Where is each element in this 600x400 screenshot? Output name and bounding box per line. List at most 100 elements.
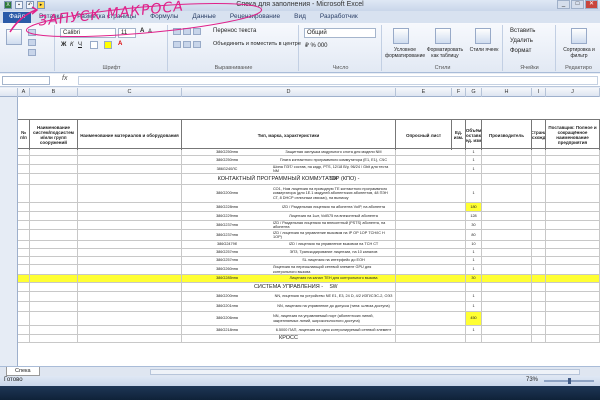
cell[interactable] — [482, 326, 532, 334]
cell[interactable] — [18, 203, 30, 211]
sort-filter-icon[interactable] — [571, 28, 587, 44]
align-right-icon[interactable] — [193, 41, 201, 48]
cell[interactable] — [452, 265, 466, 274]
quantity-cell[interactable]: 1 — [466, 326, 482, 334]
cell[interactable] — [532, 203, 546, 211]
cell[interactable] — [482, 312, 532, 325]
cell[interactable] — [546, 275, 600, 282]
copy-icon[interactable] — [28, 39, 36, 46]
cell[interactable] — [452, 156, 466, 164]
table-row[interactable]: 386G206ння NN, лицензия на управляемый по… — [18, 312, 600, 326]
cell[interactable] — [546, 326, 600, 334]
cell[interactable] — [30, 302, 78, 311]
quantity-cell[interactable] — [466, 283, 482, 291]
cell[interactable] — [532, 150, 546, 155]
table-row[interactable]: 386G250ння Плата контактного программного… — [18, 156, 600, 165]
align-left-icon[interactable] — [173, 41, 181, 48]
cell[interactable] — [18, 312, 30, 325]
item-description[interactable]: 6.5000 ПАП, лицензия на одно контролируе… — [272, 326, 396, 334]
cell[interactable] — [18, 283, 30, 291]
cell[interactable] — [482, 212, 532, 220]
paste-icon[interactable] — [6, 29, 22, 45]
cell[interactable] — [546, 174, 600, 184]
quantity-cell[interactable] — [466, 174, 482, 184]
bold-button[interactable]: Ж — [61, 42, 66, 48]
cell[interactable] — [452, 275, 466, 282]
quantity-cell[interactable] — [466, 335, 482, 342]
table-row[interactable]: 386G285ння Лицензия на канал ТЕН для конт… — [18, 275, 600, 283]
cell[interactable] — [546, 257, 600, 264]
tab-insert[interactable]: Вставка — [33, 12, 69, 23]
cell[interactable] — [30, 212, 78, 220]
cell[interactable] — [18, 230, 30, 240]
cell[interactable] — [18, 212, 30, 220]
cell[interactable] — [78, 203, 182, 211]
format-painter-icon[interactable] — [28, 49, 36, 56]
cell[interactable] — [30, 221, 78, 229]
align-bottom-icon[interactable] — [193, 28, 201, 35]
cell[interactable] — [452, 257, 466, 264]
cell[interactable] — [482, 221, 532, 229]
shrink-font-icon[interactable]: A — [148, 29, 152, 35]
cell[interactable] — [18, 275, 30, 282]
quantity-cell[interactable]: 80 — [466, 230, 482, 240]
cell[interactable] — [78, 335, 182, 342]
cell[interactable] — [30, 326, 78, 334]
cell[interactable] — [78, 174, 182, 184]
cell[interactable] — [18, 241, 30, 248]
cell[interactable] — [482, 292, 532, 301]
table-row[interactable]: 386G257ння ЭПЗ, Транскодирование лицензии… — [18, 249, 600, 257]
horizontal-scrollbar[interactable] — [150, 369, 580, 375]
cell[interactable] — [452, 312, 466, 325]
cell[interactable] — [532, 249, 546, 256]
cell[interactable] — [482, 185, 532, 202]
cell[interactable] — [546, 230, 600, 240]
table-row[interactable]: 386G260ння Лицензия на пересылающий сетев… — [18, 265, 600, 275]
cell[interactable] — [452, 203, 466, 211]
table-row[interactable]: 386G200ння NN, лицензия на устройство NE … — [18, 292, 600, 302]
table-row[interactable]: 386G257ння SL лицензия на интерфейс до ЕО… — [18, 257, 600, 265]
quantity-cell[interactable]: 128 — [466, 212, 482, 220]
item-description[interactable]: SW — [272, 174, 396, 184]
cell[interactable] — [546, 212, 600, 220]
table-row[interactable]: 386G201ння NN, лицензия на управление до … — [18, 302, 600, 312]
cell[interactable] — [78, 302, 182, 311]
quantity-cell[interactable]: 1 — [466, 302, 482, 311]
cell[interactable] — [452, 165, 466, 173]
tab-view[interactable]: Вид — [288, 12, 312, 23]
cell[interactable] — [30, 165, 78, 173]
cell[interactable] — [532, 283, 546, 291]
cell[interactable] — [452, 292, 466, 301]
table-row[interactable]: КРОСС — [18, 335, 600, 343]
cell[interactable] — [532, 230, 546, 240]
cell[interactable] — [532, 292, 546, 301]
cell[interactable] — [18, 335, 30, 342]
item-description[interactable]: Лицензия на канал ТЕН для контрольного в… — [272, 275, 396, 282]
cell[interactable] — [532, 257, 546, 264]
item-description[interactable]: Плата контактного программного коммутато… — [272, 156, 396, 164]
align-center-icon[interactable] — [183, 41, 191, 48]
worksheet[interactable]: ABCDEFGHIJ № п/п Наименование систем/под… — [0, 88, 600, 366]
cell[interactable] — [18, 265, 30, 274]
conditional-format-icon[interactable] — [393, 28, 409, 44]
column-header-f[interactable]: F — [452, 88, 466, 97]
tab-review[interactable]: Рецензирование — [224, 12, 286, 23]
quantity-cell[interactable]: 1 — [466, 257, 482, 264]
cell[interactable] — [546, 335, 600, 342]
cell[interactable] — [482, 265, 532, 274]
cell[interactable] — [18, 185, 30, 202]
cell[interactable] — [546, 156, 600, 164]
cell[interactable] — [532, 335, 546, 342]
cell[interactable] — [78, 221, 182, 229]
cell[interactable] — [482, 150, 532, 155]
fx-icon[interactable]: fx — [62, 75, 67, 82]
table-row[interactable]: 386G228ння IZD / Раздельная лицензия на а… — [18, 203, 600, 212]
cell[interactable] — [546, 265, 600, 274]
maximize-button[interactable]: □ — [571, 0, 584, 9]
cut-icon[interactable] — [28, 29, 36, 36]
item-description[interactable]: SW — [272, 283, 396, 291]
cell[interactable] — [532, 185, 546, 202]
item-description[interactable]: IZD / Раздельная лицензия на внекоптный … — [272, 221, 396, 229]
quantity-cell[interactable]: 30 — [466, 275, 482, 282]
cell[interactable] — [78, 150, 182, 155]
